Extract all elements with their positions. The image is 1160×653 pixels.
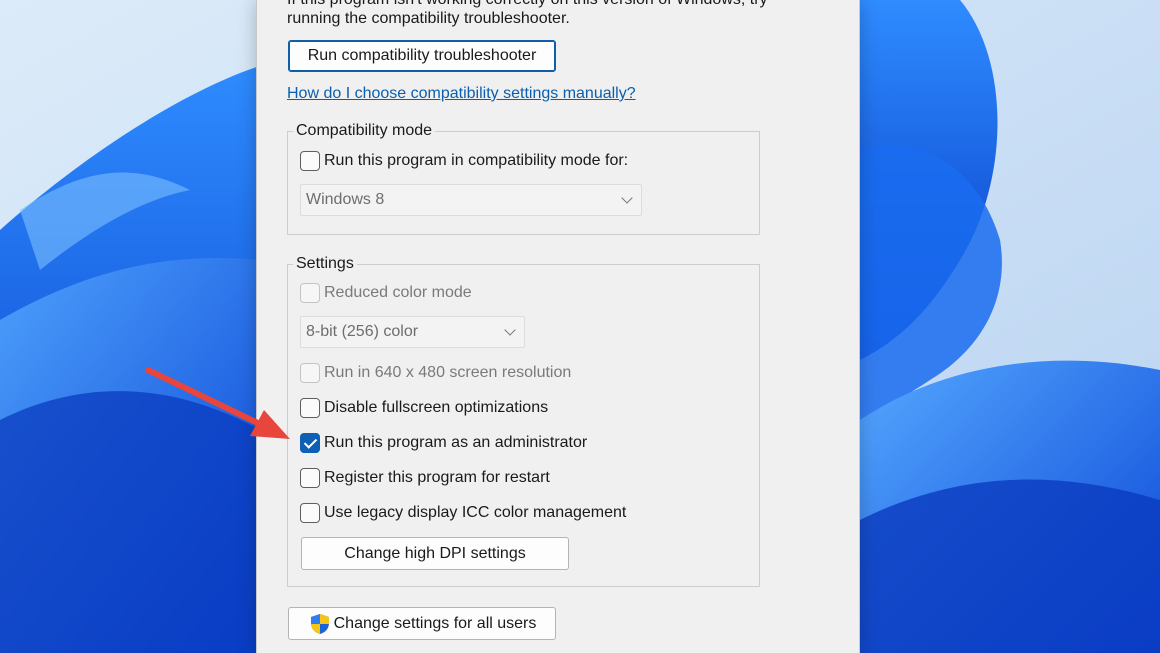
help-link[interactable]: How do I choose compatibility settings m…	[287, 85, 636, 103]
os-version-select[interactable]: Windows 8	[300, 184, 642, 216]
fullscreen-opt-label: Disable fullscreen optimizations	[324, 399, 549, 416]
color-depth-select[interactable]: 8-bit (256) color	[300, 316, 525, 348]
run-as-admin-label: Run this program as an administrator	[324, 434, 588, 451]
chevron-down-icon	[621, 192, 633, 204]
legacy-icc-label: Use legacy display ICC color management	[324, 504, 627, 521]
compatibility-mode-group	[287, 131, 760, 235]
red-annotation-arrow	[145, 367, 290, 439]
res-640-checkbox[interactable]	[300, 363, 320, 383]
legacy-icc-checkbox[interactable]	[300, 503, 320, 523]
uac-shield-icon	[310, 613, 329, 634]
chevron-down-icon	[504, 324, 516, 336]
run-as-admin-checkbox[interactable]	[300, 433, 320, 453]
os-version-value: Windows 8	[306, 191, 385, 208]
reduced-color-checkbox[interactable]	[300, 283, 320, 303]
res-640-label: Run in 640 x 480 screen resolution	[324, 364, 572, 381]
fullscreen-opt-checkbox[interactable]	[300, 398, 320, 418]
register-restart-checkbox[interactable]	[300, 468, 320, 488]
color-depth-value: 8-bit (256) color	[306, 323, 419, 340]
settings-legend: Settings	[293, 254, 357, 274]
register-restart-label: Register this program for restart	[324, 469, 550, 486]
compatibility-mode-legend: Compatibility mode	[293, 121, 436, 141]
compat-mode-checkbox[interactable]	[300, 151, 320, 171]
compatibility-dialog: If this program isn't working correctly …	[257, 0, 859, 653]
compat-mode-label: Run this program in compatibility mode f…	[324, 152, 629, 169]
reduced-color-label: Reduced color mode	[324, 284, 472, 301]
change-all-users-button[interactable]: Change settings for all users	[288, 607, 556, 640]
run-troubleshooter-button[interactable]: Run compatibility troubleshooter	[288, 40, 556, 72]
change-all-users-label: Change settings for all users	[333, 614, 537, 632]
intro-text-line2: running the compatibility troubleshooter…	[287, 10, 570, 27]
change-dpi-button[interactable]: Change high DPI settings	[301, 537, 569, 570]
